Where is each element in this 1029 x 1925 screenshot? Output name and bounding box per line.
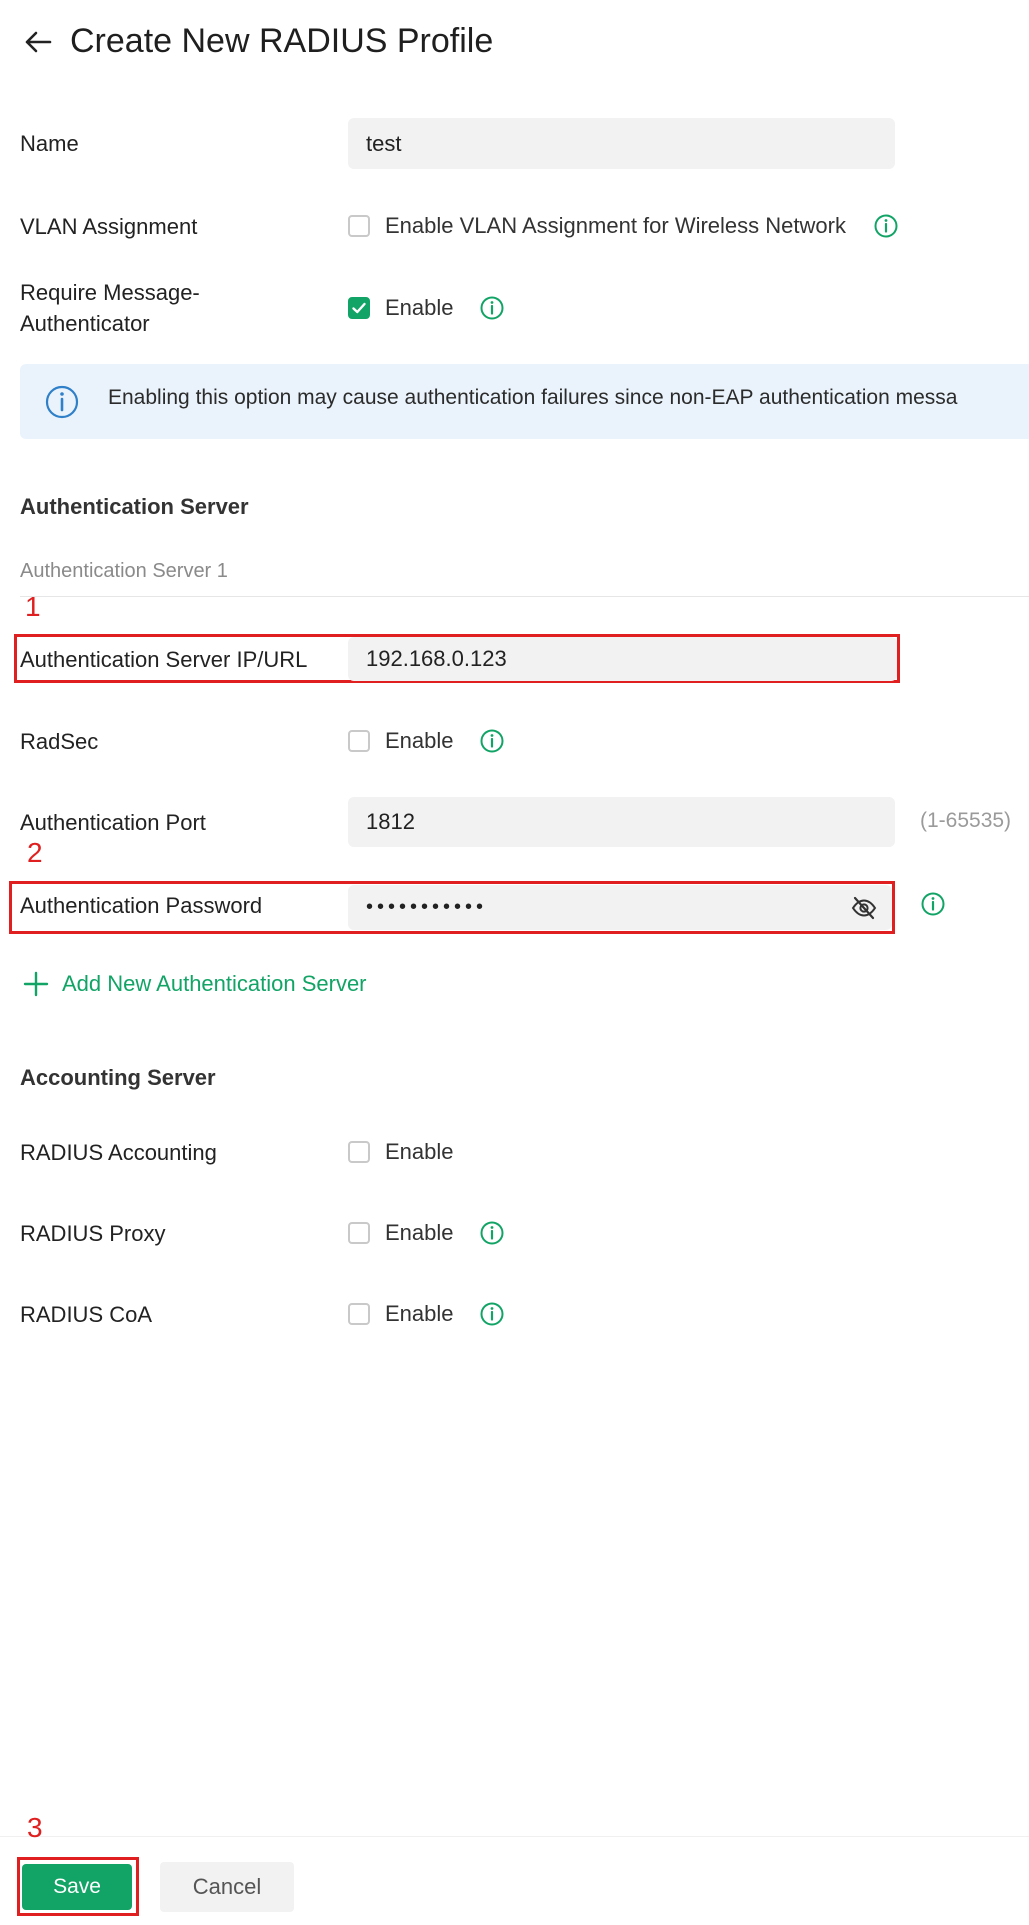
annotation-step-2: 2 bbox=[27, 837, 43, 868]
require-message-authenticator-label-line1: Require Message- bbox=[20, 280, 200, 305]
info-icon[interactable] bbox=[479, 728, 505, 754]
annotation-step-3: 3 bbox=[27, 1812, 43, 1843]
authentication-port-input[interactable]: 1812 bbox=[348, 797, 895, 847]
footer-divider bbox=[0, 1836, 1029, 1837]
notice-text: Enabling this option may cause authentic… bbox=[108, 386, 958, 409]
vlan-assignment-label: VLAN Assignment bbox=[20, 214, 198, 239]
require-message-authenticator-label-line2: Authenticator bbox=[20, 311, 150, 336]
radius-accounting-label: RADIUS Accounting bbox=[20, 1140, 217, 1165]
back-arrow-icon[interactable] bbox=[22, 26, 54, 58]
authentication-password-label: Authentication Password bbox=[20, 893, 263, 918]
name-label: Name bbox=[20, 131, 79, 156]
section-divider bbox=[20, 596, 1029, 597]
check-icon bbox=[352, 302, 366, 314]
authentication-port-label: Authentication Port bbox=[20, 810, 206, 835]
authentication-server-ip-url-label: Authentication Server IP/URL bbox=[20, 647, 308, 672]
authentication-server-heading: Authentication Server bbox=[20, 494, 249, 519]
radsec-checkbox[interactable] bbox=[348, 730, 370, 752]
password-dots: ••••••••••• bbox=[366, 896, 488, 918]
radius-coa-checkbox-label: Enable bbox=[385, 1301, 454, 1326]
info-icon[interactable] bbox=[920, 891, 946, 917]
require-message-authenticator-checkbox-label: Enable bbox=[385, 295, 454, 320]
accounting-server-heading: Accounting Server bbox=[20, 1065, 216, 1090]
authentication-server-ip-url-input[interactable]: 192.168.0.123 bbox=[348, 637, 897, 681]
radius-proxy-checkbox[interactable] bbox=[348, 1222, 370, 1244]
plus-icon bbox=[23, 971, 49, 997]
info-icon[interactable] bbox=[479, 295, 505, 321]
info-notice-banner: Enabling this option may cause authentic… bbox=[20, 364, 1029, 439]
require-message-authenticator-checkbox[interactable] bbox=[348, 297, 370, 319]
info-icon[interactable] bbox=[873, 213, 899, 239]
annotation-step-1: 1 bbox=[25, 591, 41, 622]
radius-proxy-label: RADIUS Proxy bbox=[20, 1221, 166, 1246]
port-range-hint: (1-65535) bbox=[920, 809, 1012, 832]
authentication-server-1-subheading: Authentication Server 1 bbox=[20, 560, 228, 582]
add-new-authentication-server-label: Add New Authentication Server bbox=[62, 971, 367, 996]
info-icon[interactable] bbox=[479, 1301, 505, 1327]
radius-accounting-checkbox[interactable] bbox=[348, 1141, 370, 1163]
vlan-assignment-checkbox-label: Enable VLAN Assignment for Wireless Netw… bbox=[385, 213, 846, 238]
info-icon bbox=[45, 385, 79, 419]
name-input[interactable]: test bbox=[348, 118, 895, 169]
radius-accounting-checkbox-label: Enable bbox=[385, 1139, 454, 1164]
save-button[interactable]: Save bbox=[22, 1864, 132, 1910]
eye-off-icon[interactable] bbox=[850, 894, 878, 922]
radius-coa-checkbox[interactable] bbox=[348, 1303, 370, 1325]
radius-proxy-checkbox-label: Enable bbox=[385, 1220, 454, 1245]
authentication-password-input[interactable]: ••••••••••• bbox=[348, 885, 892, 930]
info-icon[interactable] bbox=[479, 1220, 505, 1246]
radsec-checkbox-label: Enable bbox=[385, 728, 454, 753]
vlan-assignment-checkbox[interactable] bbox=[348, 215, 370, 237]
radius-coa-label: RADIUS CoA bbox=[20, 1302, 153, 1327]
radsec-label: RadSec bbox=[20, 729, 99, 754]
page-title: Create New RADIUS Profile bbox=[70, 22, 494, 60]
cancel-button[interactable]: Cancel bbox=[160, 1862, 294, 1912]
add-new-authentication-server-link[interactable]: Add New Authentication Server bbox=[22, 970, 367, 998]
